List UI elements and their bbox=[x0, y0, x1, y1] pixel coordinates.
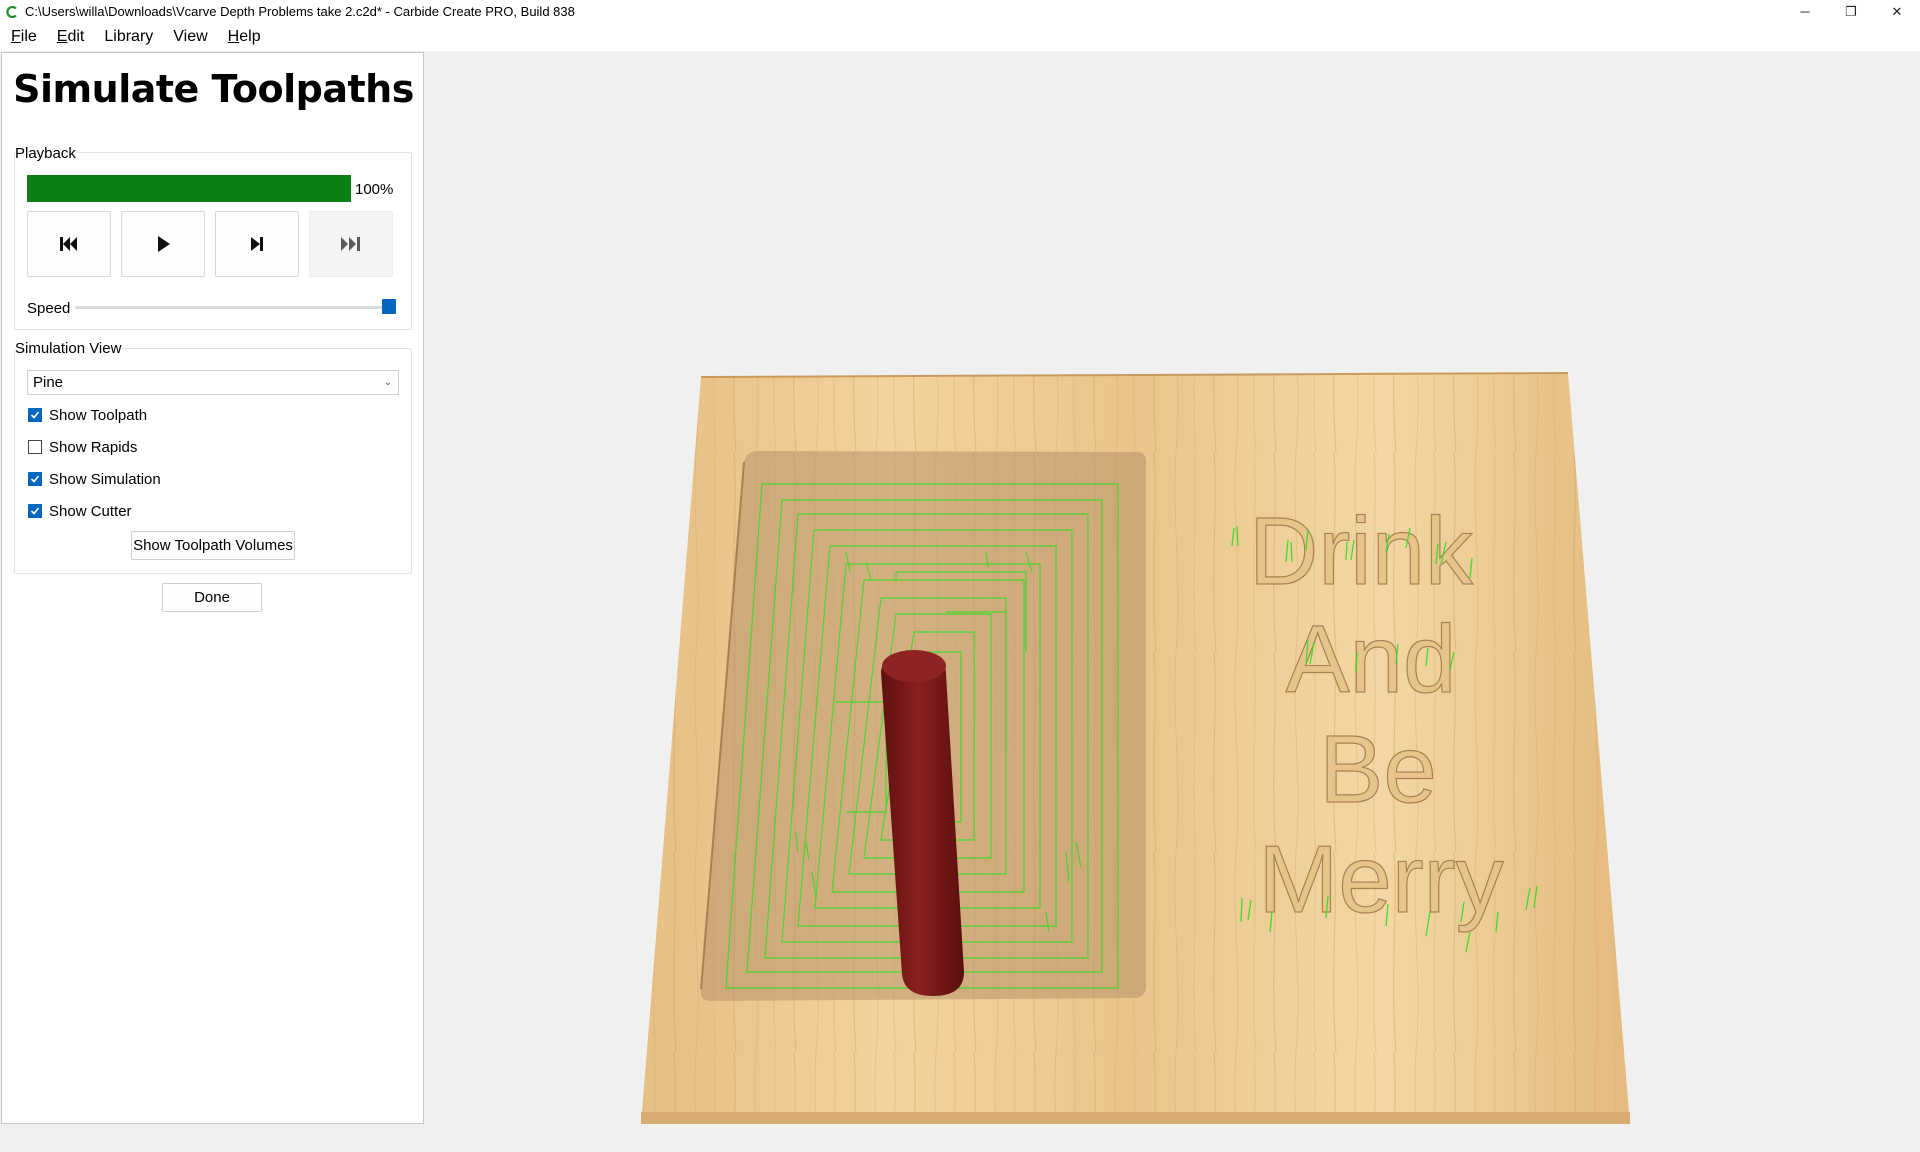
show-toolpath-label: Show Toolpath bbox=[49, 406, 148, 424]
menu-help-label: elp bbox=[239, 28, 261, 45]
menu-bar: File Edit Library View Help bbox=[0, 23, 1920, 51]
restore-button[interactable]: ❐ bbox=[1828, 0, 1874, 23]
menu-edit-mnemonic: E bbox=[56, 28, 68, 45]
engraved-line-4: Merry bbox=[1258, 826, 1503, 933]
show-simulation-label: Show Simulation bbox=[49, 470, 161, 488]
rewind-button[interactable] bbox=[27, 211, 111, 277]
checkmark-icon bbox=[30, 507, 40, 515]
minimize-icon: ─ bbox=[1800, 4, 1810, 19]
step-forward-button[interactable] bbox=[215, 211, 299, 277]
menu-library[interactable]: Library bbox=[97, 23, 160, 51]
show-toolpath-checkbox[interactable]: Show Toolpath bbox=[28, 405, 147, 425]
menu-view[interactable]: View bbox=[166, 23, 214, 51]
skip-to-start-icon bbox=[60, 237, 77, 251]
step-forward-icon bbox=[251, 237, 263, 251]
menu-help[interactable]: Help bbox=[221, 23, 268, 51]
menu-help-mnemonic: H bbox=[227, 28, 240, 45]
chevron-down-icon: ⌄ bbox=[383, 377, 392, 388]
simulation-render: Drink And Be Merry bbox=[641, 372, 1630, 1124]
panel-title: Simulate Toolpaths bbox=[13, 67, 414, 111]
playback-label: Playback bbox=[15, 145, 76, 162]
show-rapids-label: Show Rapids bbox=[49, 438, 138, 456]
menu-file-label: ile bbox=[20, 28, 37, 45]
checkmark-icon bbox=[30, 411, 40, 419]
speed-slider-thumb[interactable] bbox=[382, 299, 396, 314]
close-icon: ✕ bbox=[1891, 3, 1903, 19]
speed-label: Speed bbox=[27, 300, 71, 317]
menu-library-label: Library bbox=[104, 28, 154, 45]
speed-slider-track[interactable] bbox=[75, 306, 389, 309]
checkmark-icon bbox=[30, 475, 40, 483]
close-button[interactable]: ✕ bbox=[1874, 0, 1920, 23]
checkbox-box bbox=[28, 408, 42, 422]
menu-file-mnemonic: F bbox=[11, 28, 21, 45]
progress-percent: 100% bbox=[355, 181, 394, 198]
show-toolpath-volumes-button[interactable]: Show Toolpath Volumes bbox=[131, 531, 295, 560]
menu-view-label: View bbox=[173, 28, 208, 45]
window-title: C:\Users\willa\Downloads\Vcarve Depth Pr… bbox=[25, 4, 575, 19]
playback-progress-fill bbox=[27, 175, 351, 202]
show-rapids-checkbox[interactable]: Show Rapids bbox=[28, 437, 137, 457]
checkbox-box bbox=[28, 440, 42, 454]
restore-icon: ❐ bbox=[1845, 3, 1857, 19]
show-toolpath-volumes-label: Show Toolpath Volumes bbox=[133, 537, 293, 554]
checkbox-box bbox=[28, 472, 42, 486]
show-cutter-label: Show Cutter bbox=[49, 502, 132, 520]
skip-to-end-icon bbox=[341, 237, 360, 251]
engraved-line-1: Drink bbox=[1249, 498, 1474, 605]
done-button[interactable]: Done bbox=[162, 583, 262, 612]
menu-edit[interactable]: Edit bbox=[50, 23, 92, 51]
show-cutter-checkbox[interactable]: Show Cutter bbox=[28, 501, 132, 521]
simulation-view-label: Simulation View bbox=[15, 340, 122, 357]
playback-progress-bar bbox=[27, 175, 351, 202]
material-select-value: Pine bbox=[33, 374, 64, 391]
simulate-panel: Simulate Toolpaths Playback 100% Speed S… bbox=[1, 52, 424, 1124]
menu-edit-label: dit bbox=[67, 28, 85, 45]
title-bar: C:\Users\willa\Downloads\Vcarve Depth Pr… bbox=[0, 0, 1920, 23]
done-button-label: Done bbox=[194, 589, 230, 606]
checkbox-box bbox=[28, 504, 42, 518]
carbide-create-icon bbox=[5, 5, 19, 19]
skip-to-end-button[interactable] bbox=[309, 211, 393, 277]
play-button[interactable] bbox=[121, 211, 205, 277]
status-bar bbox=[0, 1124, 1920, 1152]
menu-file[interactable]: File bbox=[4, 23, 44, 51]
simulation-viewport[interactable]: Drink And Be Merry bbox=[426, 52, 1920, 1124]
minimize-button[interactable]: ─ bbox=[1782, 0, 1828, 23]
material-select[interactable]: Pine ⌄ bbox=[27, 370, 399, 395]
play-icon bbox=[158, 236, 170, 252]
engraved-line-3: Be bbox=[1319, 716, 1436, 823]
show-simulation-checkbox[interactable]: Show Simulation bbox=[28, 469, 161, 489]
